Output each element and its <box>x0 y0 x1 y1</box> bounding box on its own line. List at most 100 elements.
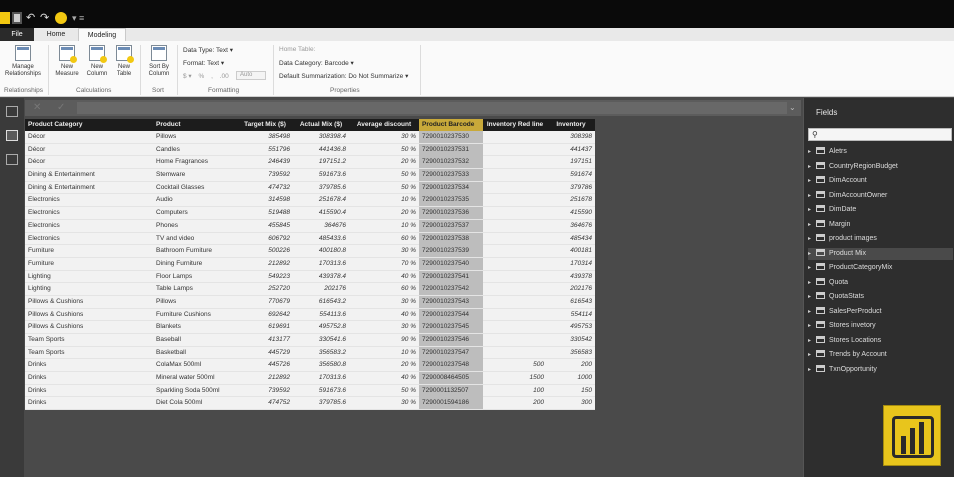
formula-input[interactable] <box>77 102 787 114</box>
table-cell[interactable]: 300 <box>547 397 595 409</box>
field-table-item[interactable]: ▸ Stores invetory <box>808 320 953 332</box>
column-header[interactable]: Actual Mix ($) <box>293 119 349 131</box>
table-cell[interactable]: 50 % <box>349 144 419 156</box>
chevron-right-icon[interactable]: ▸ <box>808 320 816 332</box>
table-cell[interactable] <box>483 321 547 333</box>
table-row[interactable]: Dining & Entertainment Cocktail Glasses 47… <box>25 181 595 195</box>
table-cell[interactable]: 7290010237535 <box>419 194 483 207</box>
table-row[interactable]: Lighting Table Lamps 252720 202176 60 % 72900… <box>25 283 595 296</box>
table-cell[interactable]: 495752.8 <box>293 321 349 333</box>
table-cell[interactable]: 7290010237548 <box>419 359 483 372</box>
table-cell[interactable]: 202176 <box>547 283 595 295</box>
field-table-item[interactable]: ▸ DimAccountOwner <box>808 190 953 202</box>
chevron-right-icon[interactable]: ▸ <box>808 364 816 376</box>
table-cell[interactable]: Furniture Cushions <box>153 309 237 321</box>
table-cell[interactable]: 356583 <box>547 347 595 359</box>
table-cell[interactable]: 7290010237537 <box>419 219 483 232</box>
currency-button[interactable]: $ <box>183 73 187 80</box>
table-cell[interactable] <box>483 207 547 219</box>
table-cell[interactable]: 364676 <box>547 220 595 232</box>
table-cell[interactable]: 7290010237542 <box>419 283 483 296</box>
table-cell[interactable]: 400181 <box>547 245 595 257</box>
table-cell[interactable]: 441436.8 <box>293 144 349 156</box>
table-cell[interactable]: 385498 <box>237 131 293 143</box>
table-cell[interactable]: 455845 <box>237 220 293 232</box>
table-cell[interactable]: 202176 <box>293 283 349 295</box>
table-cell[interactable]: 40 % <box>349 271 419 283</box>
table-cell[interactable]: Team Sports <box>25 334 153 346</box>
field-table-item[interactable]: ▸ SalesPerProduct <box>808 306 953 318</box>
table-cell[interactable]: Table Lamps <box>153 283 237 295</box>
table-cell[interactable]: 495753 <box>547 321 595 333</box>
table-cell[interactable]: 50 % <box>349 182 419 194</box>
chevron-down-icon[interactable]: ⌄ <box>789 102 799 114</box>
table-cell[interactable]: 212892 <box>237 258 293 270</box>
table-cell[interactable]: 308398 <box>547 131 595 143</box>
field-table-item[interactable]: ▸ product images <box>808 233 953 245</box>
table-cell[interactable] <box>483 245 547 257</box>
fields-search-input[interactable]: ⚲ <box>808 128 952 141</box>
table-cell[interactable]: 1000 <box>547 372 595 384</box>
chevron-right-icon[interactable]: ▸ <box>808 277 816 289</box>
table-cell[interactable]: 474732 <box>237 182 293 194</box>
table-cell[interactable]: 379785.6 <box>293 397 349 409</box>
table-cell[interactable]: 246439 <box>237 156 293 168</box>
table-cell[interactable]: 30 % <box>349 245 419 257</box>
table-cell[interactable]: 212892 <box>237 372 293 384</box>
chevron-right-icon[interactable]: ▸ <box>808 146 816 158</box>
table-cell[interactable]: 551796 <box>237 144 293 156</box>
table-cell[interactable] <box>483 233 547 245</box>
chevron-right-icon[interactable]: ▸ <box>808 262 816 274</box>
table-cell[interactable]: 7290010237546 <box>419 334 483 346</box>
table-cell[interactable]: 20 % <box>349 359 419 371</box>
table-cell[interactable]: 485434 <box>547 233 595 245</box>
table-cell[interactable]: 30 % <box>349 321 419 333</box>
table-cell[interactable]: 445726 <box>237 359 293 371</box>
table-cell[interactable]: 200 <box>483 397 547 409</box>
customize-toolbar-icon[interactable]: ▾ ≡ <box>72 12 88 24</box>
table-cell[interactable]: 739592 <box>237 169 293 181</box>
chevron-right-icon[interactable]: ▸ <box>808 349 816 361</box>
table-cell[interactable]: Furniture <box>25 258 153 270</box>
table-cell[interactable]: Candles <box>153 144 237 156</box>
table-cell[interactable] <box>483 156 547 168</box>
new-measure-button[interactable]: New Measure <box>54 45 80 78</box>
table-cell[interactable]: 60 % <box>349 233 419 245</box>
decimal-places-input[interactable]: Auto <box>236 71 266 80</box>
table-cell[interactable]: Pillows <box>153 131 237 143</box>
decimal-icon[interactable]: .00 <box>220 73 229 80</box>
field-table-item[interactable]: ▸ ProductCategoryMix <box>808 262 953 274</box>
table-cell[interactable]: Phones <box>153 220 237 232</box>
table-cell[interactable] <box>483 271 547 283</box>
table-cell[interactable]: 7290010237532 <box>419 156 483 169</box>
table-cell[interactable]: Computers <box>153 207 237 219</box>
table-cell[interactable]: Diet Cola 500ml <box>153 397 237 409</box>
table-cell[interactable]: 485433.6 <box>293 233 349 245</box>
table-cell[interactable]: 30 % <box>349 296 419 308</box>
table-cell[interactable]: 170313.6 <box>293 372 349 384</box>
field-table-item[interactable]: ▸ Trends by Account <box>808 349 953 361</box>
table-cell[interactable]: 50 % <box>349 169 419 181</box>
data-type-dropdown[interactable]: Data Type: Text ▾ <box>183 46 233 54</box>
table-cell[interactable]: TV and video <box>153 233 237 245</box>
tab-modeling[interactable]: Modeling <box>78 28 126 41</box>
table-cell[interactable]: Electronics <box>25 207 153 219</box>
table-cell[interactable] <box>483 144 547 156</box>
table-cell[interactable]: 7290010237536 <box>419 207 483 220</box>
table-cell[interactable]: Cocktail Glasses <box>153 182 237 194</box>
table-cell[interactable]: 1500 <box>483 372 547 384</box>
table-cell[interactable]: 7290010237534 <box>419 181 483 194</box>
table-cell[interactable]: 7290001132507 <box>419 384 483 397</box>
table-cell[interactable]: 40 % <box>349 372 419 384</box>
table-cell[interactable]: 519488 <box>237 207 293 219</box>
table-cell[interactable] <box>483 258 547 270</box>
table-cell[interactable]: 413177 <box>237 334 293 346</box>
table-cell[interactable]: 7290010237538 <box>419 232 483 245</box>
chevron-right-icon[interactable]: ▸ <box>808 248 816 260</box>
table-cell[interactable]: 364676 <box>293 220 349 232</box>
table-cell[interactable]: Electronics <box>25 220 153 232</box>
field-table-item[interactable]: ▸ QuotaStats <box>808 291 953 303</box>
table-cell[interactable]: 415590.4 <box>293 207 349 219</box>
chevron-right-icon[interactable]: ▸ <box>808 306 816 318</box>
table-cell[interactable] <box>483 169 547 181</box>
